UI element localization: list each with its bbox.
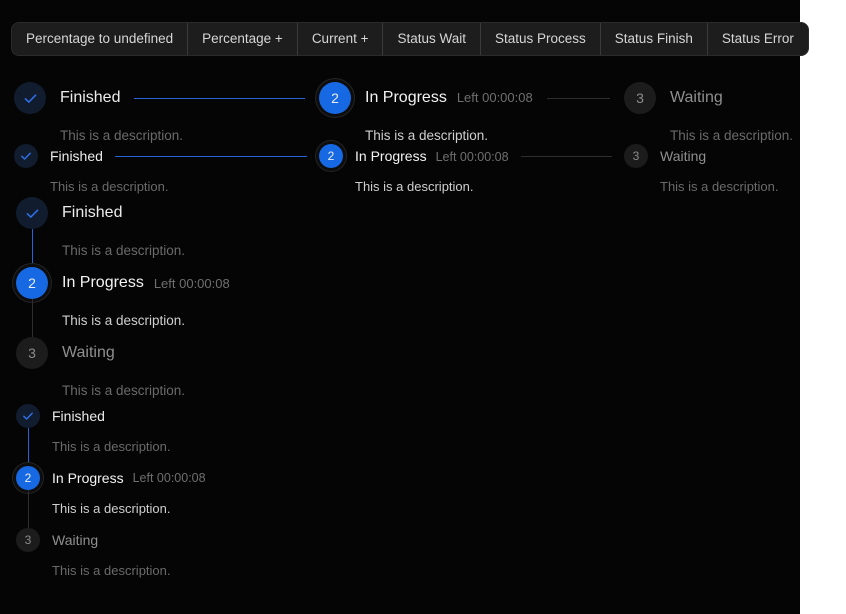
step-connector-active: [134, 97, 305, 99]
step-title: Finished: [52, 408, 105, 424]
step-status-icon-finish: [16, 404, 40, 428]
step-status-number-process: 2: [16, 466, 40, 490]
step-description: This is a description.: [660, 179, 779, 194]
step-connector-inactive: [31, 299, 33, 337]
step-status-number-process: 2: [319, 82, 351, 114]
step-subtitle: Left 00:00:08: [132, 470, 206, 485]
toolbar-button-current-plus[interactable]: Current +: [297, 23, 384, 55]
step-finished[interactable]: Finished This is a description.: [16, 197, 436, 267]
step-rail: [16, 404, 40, 466]
step-rail: 3: [16, 337, 48, 398]
toolbar-button-status-wait[interactable]: Status Wait: [383, 23, 481, 55]
step-in-progress[interactable]: 2 In Progress Left 00:00:08 This is a de…: [16, 466, 436, 528]
steps-horizontal-default: Finished This is a description. 2 In Pro…: [14, 82, 794, 143]
steps-horizontal-small: Finished This is a description. 2 In Pro…: [14, 144, 794, 193]
step-status-number-wait: 3: [624, 144, 648, 168]
step-waiting[interactable]: 3 Waiting This is a description.: [16, 337, 436, 398]
screen-root: Percentage to undefined Percentage + Cur…: [0, 0, 846, 614]
steps-vertical-default: Finished This is a description. 2 In Pro…: [16, 197, 436, 398]
step-description: This is a description.: [52, 501, 171, 516]
step-description: This is a description.: [60, 128, 184, 143]
step-title: Finished: [60, 89, 121, 106]
step-subtitle: Left 00:00:08: [435, 149, 509, 164]
step-title: Finished: [62, 204, 123, 221]
step-description: This is a description.: [52, 439, 171, 454]
step-in-progress[interactable]: 2 In Progress Left 00:00:08 This is a de…: [16, 267, 436, 337]
step-finished[interactable]: Finished This is a description.: [14, 144, 319, 193]
step-connector-active: [114, 155, 307, 157]
step-description: This is a description.: [365, 128, 489, 143]
toolbar-button-status-process[interactable]: Status Process: [481, 23, 601, 55]
step-title: Waiting: [670, 89, 723, 106]
step-rail: 2: [16, 267, 48, 337]
step-status-number-wait: 3: [16, 337, 48, 369]
toolbar-button-group: Percentage to undefined Percentage + Cur…: [12, 23, 808, 55]
step-connector-active: [27, 428, 29, 466]
toolbar-button-percentage-plus[interactable]: Percentage +: [188, 23, 298, 55]
step-rail: 2: [16, 466, 40, 528]
step-title: In Progress: [62, 274, 144, 291]
step-connector-active: [31, 229, 33, 267]
step-connector-inactive: [27, 490, 29, 528]
toolbar-button-status-finish[interactable]: Status Finish: [600, 23, 708, 55]
step-status-number-wait: 3: [16, 528, 40, 552]
toolbar-button-percentage-to-undefined[interactable]: Percentage to undefined: [12, 23, 189, 55]
step-rail: [16, 197, 48, 267]
step-finished[interactable]: Finished This is a description.: [16, 404, 436, 466]
step-description: This is a description.: [50, 179, 169, 194]
step-rail: 3: [16, 528, 40, 577]
step-connector-inactive: [546, 97, 610, 99]
step-connector-inactive: [520, 155, 612, 157]
steps-vertical-small: Finished This is a description. 2 In Pro…: [16, 404, 436, 577]
step-waiting[interactable]: 3 Waiting This is a description.: [624, 82, 794, 143]
step-waiting[interactable]: 3 Waiting This is a description.: [16, 528, 436, 577]
step-status-number-process: 2: [16, 267, 48, 299]
step-title: In Progress: [365, 89, 447, 106]
toolbar-button-status-error[interactable]: Status Error: [707, 23, 808, 55]
step-description: This is a description.: [62, 383, 186, 398]
step-subtitle: Left 00:00:08: [153, 275, 230, 291]
app-surface: Percentage to undefined Percentage + Cur…: [0, 0, 808, 614]
step-title: Waiting: [660, 148, 707, 164]
step-title: In Progress: [52, 470, 124, 486]
step-in-progress[interactable]: 2 In Progress Left 00:00:08 This is a de…: [319, 144, 624, 193]
step-title: Finished: [50, 148, 103, 164]
step-waiting[interactable]: 3 Waiting This is a description.: [624, 144, 794, 193]
step-in-progress[interactable]: 2 In Progress Left 00:00:08 This is a de…: [319, 82, 624, 143]
step-description: This is a description.: [62, 243, 186, 258]
step-description: This is a description.: [670, 128, 794, 143]
step-status-icon-finish: [14, 82, 46, 114]
step-title: In Progress: [355, 147, 427, 164]
step-description: This is a description.: [355, 179, 474, 194]
step-status-icon-finish: [16, 197, 48, 229]
step-status-icon-finish: [14, 144, 38, 168]
step-status-number-process: 2: [319, 144, 343, 168]
step-title: Waiting: [62, 344, 115, 361]
step-description: This is a description.: [62, 313, 186, 328]
step-title: Waiting: [52, 532, 99, 548]
step-description: This is a description.: [52, 563, 171, 578]
step-status-number-wait: 3: [624, 82, 656, 114]
step-subtitle: Left 00:00:08: [456, 90, 533, 105]
step-finished[interactable]: Finished This is a description.: [14, 82, 319, 143]
